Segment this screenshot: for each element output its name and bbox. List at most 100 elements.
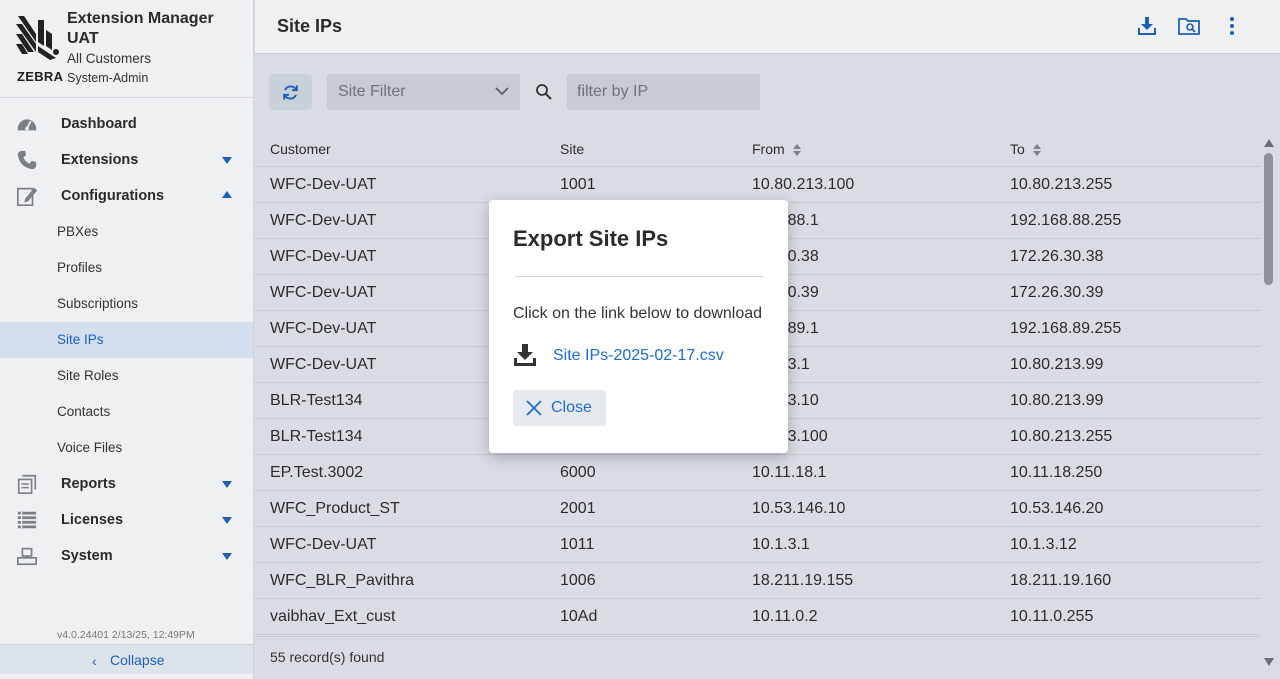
- column-header-from-label: From: [752, 141, 785, 157]
- chevron-down-icon: [222, 517, 232, 524]
- cell-from: 10.53.146.10: [752, 500, 846, 517]
- sort-icon[interactable]: [792, 144, 801, 157]
- dashboard-icon: [17, 119, 37, 131]
- refresh-button[interactable]: [269, 74, 312, 110]
- collapse-button[interactable]: ‹ Collapse: [0, 644, 253, 674]
- site-filter-placeholder: Site Filter: [338, 83, 406, 100]
- sidebar-subitem-site-ips[interactable]: Site IPs: [0, 322, 253, 358]
- table-scrollbar[interactable]: [1261, 131, 1280, 674]
- customer-label[interactable]: All Customers: [67, 51, 151, 66]
- sidebar-subitem-pbxes[interactable]: PBXes: [0, 214, 253, 250]
- sidebar-subitem-voice-files[interactable]: Voice Files: [0, 430, 253, 466]
- chevron-down-icon: [222, 481, 232, 488]
- sidebar-item-label: Extensions: [61, 152, 139, 168]
- cell-site: 1006: [560, 572, 596, 589]
- cell-site: 1011: [560, 536, 595, 553]
- sidebar-subitem-label: Contacts: [57, 404, 111, 419]
- column-header-site: Site: [560, 141, 585, 157]
- chevron-down-icon: [222, 157, 232, 164]
- app-title: Extension Manager UAT: [67, 10, 214, 47]
- cell-site: 2001: [560, 500, 596, 517]
- cell-to: 172.26.30.38: [1010, 248, 1104, 265]
- sidebar-item-dashboard[interactable]: Dashboard: [0, 106, 253, 142]
- sidebar-subitem-subscriptions[interactable]: Subscriptions: [0, 286, 253, 322]
- sidebar-item-reports[interactable]: Reports: [0, 466, 253, 502]
- table-row[interactable]: WFC_Product_ST 2001 10.53.146.10 10.53.146.…: [255, 491, 1261, 527]
- table-row[interactable]: EP.Test.3002 6000 10.11.18.1 10.11.18.250: [255, 455, 1261, 491]
- chevron-up-icon: [222, 191, 232, 198]
- refresh-icon: [283, 85, 298, 100]
- dialog-title: Export Site IPs: [513, 226, 669, 251]
- download-file-link[interactable]: Site IPs-2025-02-17.csv: [553, 347, 724, 365]
- cell-to: 192.168.89.255: [1010, 320, 1122, 337]
- sidebar: ZEBRA Extension Manager UAT All Customer…: [0, 0, 254, 679]
- cell-customer: WFC-Dev-UAT: [270, 212, 377, 229]
- cell-to: 10.80.213.99: [1010, 356, 1104, 373]
- collapse-label: Collapse: [110, 652, 165, 668]
- system-icon: [17, 547, 37, 566]
- cell-from: 10.11.0.2: [752, 608, 818, 625]
- cell-customer: BLR-Test134: [270, 392, 363, 409]
- column-header-to[interactable]: To: [1010, 141, 1041, 157]
- sidebar-item-configurations[interactable]: Configurations: [0, 178, 253, 214]
- close-icon: [526, 400, 542, 416]
- sidebar-subitem-label: Site Roles: [57, 368, 119, 383]
- sidebar-item-licenses[interactable]: Licenses: [0, 502, 253, 538]
- sidebar-item-system[interactable]: System: [0, 538, 253, 574]
- table-row[interactable]: vaibhav_Ext_cust 10Ad 10.11.0.2 10.11.0.255: [255, 599, 1261, 635]
- cell-to: 10.11.18.250: [1010, 464, 1103, 481]
- list-icon: [17, 511, 37, 529]
- cell-to: 10.1.3.12: [1010, 536, 1077, 553]
- column-header-customer: Customer: [270, 141, 331, 157]
- chevron-left-icon: ‹: [92, 653, 97, 669]
- cell-from: 10.11.18.1: [752, 464, 827, 481]
- chevron-down-icon: [495, 87, 509, 96]
- version-label: v4.0.24401 2/13/25, 12:49PM: [57, 629, 195, 641]
- sidebar-item-extensions[interactable]: Extensions: [0, 142, 253, 178]
- download-icon[interactable]: [1135, 14, 1159, 38]
- sidebar-subitem-label: Voice Files: [57, 440, 123, 455]
- download-icon: [514, 344, 536, 366]
- table-row[interactable]: WFC_BLR_Pavithra 1006 18.211.19.155 18.211.…: [255, 563, 1261, 599]
- reports-icon: [17, 474, 37, 494]
- dialog-divider: [515, 276, 763, 277]
- sort-icon[interactable]: [1032, 144, 1041, 157]
- cell-to: 10.80.213.255: [1010, 176, 1113, 193]
- sidebar-nav: Dashboard Extensions Configurations PBXe…: [0, 106, 253, 574]
- dialog-message: Click on the link below to download: [513, 305, 763, 322]
- scroll-down-arrow[interactable]: [1264, 658, 1274, 666]
- brand-wordmark: ZEBRA: [17, 69, 64, 84]
- table-row[interactable]: WFC-Dev-UAT 1011 10.1.3.1 10.1.3.12: [255, 527, 1261, 563]
- sidebar-item-label: Dashboard: [61, 116, 137, 132]
- cell-to: 172.26.30.39: [1010, 284, 1104, 301]
- cell-from: 10.80.213.100: [752, 176, 855, 193]
- cell-customer: WFC-Dev-UAT: [270, 248, 377, 265]
- sidebar-item-label: Configurations: [61, 188, 165, 204]
- sidebar-subitem-site-roles[interactable]: Site Roles: [0, 358, 253, 394]
- role-label: System-Admin: [67, 71, 149, 85]
- cell-customer: WFC_BLR_Pavithra: [270, 572, 415, 589]
- cell-to: 10.80.213.255: [1010, 428, 1113, 445]
- sidebar-subitem-label: Subscriptions: [57, 296, 139, 311]
- edit-icon: [17, 187, 38, 206]
- sidebar-subitem-contacts[interactable]: Contacts: [0, 394, 253, 430]
- folder-search-icon[interactable]: [1177, 14, 1201, 38]
- sidebar-subitem-label: Site IPs: [57, 332, 104, 347]
- more-vertical-icon[interactable]: [1220, 14, 1244, 38]
- phone-icon: [17, 150, 37, 170]
- cell-to: 10.53.146.20: [1010, 500, 1104, 517]
- column-header-from[interactable]: From: [752, 141, 801, 157]
- table-header-row: Customer Site From To: [255, 131, 1261, 167]
- cell-customer: EP.Test.3002: [270, 464, 364, 481]
- site-filter-dropdown[interactable]: Site Filter: [327, 74, 520, 110]
- sidebar-subitem-profiles[interactable]: Profiles: [0, 250, 253, 286]
- scroll-up-arrow[interactable]: [1264, 139, 1274, 147]
- cell-from: 10.1.3.1: [752, 536, 810, 553]
- close-button[interactable]: Close: [513, 390, 606, 426]
- scroll-thumb[interactable]: [1264, 153, 1273, 285]
- chevron-down-icon: [222, 553, 232, 560]
- table-row[interactable]: WFC-Dev-UAT 1001 10.80.213.100 10.80.213.25…: [255, 167, 1261, 203]
- sidebar-item-label: Reports: [61, 476, 116, 492]
- cell-customer: WFC-Dev-UAT: [270, 176, 377, 193]
- ip-filter-input[interactable]: [567, 74, 760, 110]
